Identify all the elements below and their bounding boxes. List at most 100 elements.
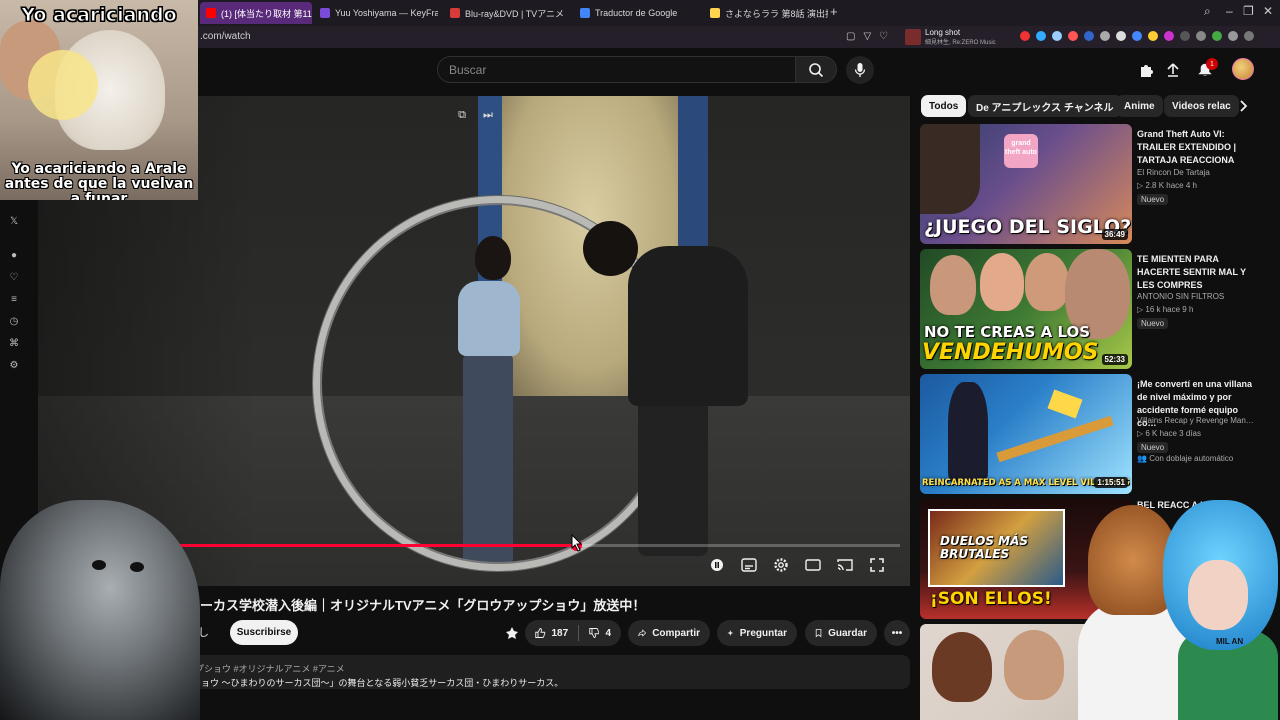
menu-icon[interactable] bbox=[1244, 31, 1254, 41]
heart-icon[interactable]: ♡ bbox=[8, 271, 20, 283]
video-thumbnail[interactable]: grand theft auto ¿JUEGO DEL SIGLO? 36:49 bbox=[920, 124, 1132, 244]
more-horizontal-icon: ••• bbox=[891, 627, 903, 639]
video-frame-performer bbox=[638, 396, 708, 556]
tab-title: Traductor de Google bbox=[595, 8, 678, 18]
extension-icon[interactable] bbox=[1164, 31, 1174, 41]
puzzle-icon[interactable]: ⌘ bbox=[8, 337, 20, 349]
screenshot-icon[interactable]: ▢ bbox=[846, 31, 855, 42]
settings-icon[interactable]: ⚙ bbox=[8, 359, 20, 371]
browser-tab[interactable]: Blu-ray&DVD | TVアニメ「グロ bbox=[444, 2, 568, 24]
channel-name[interactable]: Villains Recap y Revenge Man… bbox=[1137, 416, 1254, 425]
gear-icon bbox=[774, 558, 788, 572]
chip-channel[interactable]: De アニプレックス チャンネル bbox=[968, 95, 1122, 117]
search-button[interactable] bbox=[795, 56, 837, 83]
thumb-caption: ¡SON ELLOS! bbox=[930, 589, 1052, 609]
media-subtitle: 細見林生, Re:ZERO Music bbox=[925, 40, 996, 46]
extension-icon[interactable] bbox=[1196, 31, 1206, 41]
chip-all[interactable]: Todos bbox=[921, 95, 967, 117]
theater-mode-button[interactable] bbox=[804, 556, 822, 574]
avatar[interactable] bbox=[1232, 58, 1254, 80]
browser-tab[interactable]: Traductor de Google bbox=[574, 2, 698, 24]
recommended-video[interactable]: grand theft auto ¿JUEGO DEL SIGLO? 36:49… bbox=[920, 124, 1260, 244]
download-icon[interactable] bbox=[1228, 31, 1238, 41]
extension-icon[interactable] bbox=[1212, 31, 1222, 41]
video-duration: 36:49 bbox=[1101, 229, 1128, 240]
subtitles-button[interactable] bbox=[740, 556, 758, 574]
skip-next-icon[interactable]: ⏭ bbox=[481, 108, 495, 122]
extension-icon[interactable] bbox=[1036, 31, 1046, 41]
ask-button[interactable]: Preguntar bbox=[717, 620, 797, 646]
circle-icon[interactable]: ● bbox=[8, 249, 20, 261]
extension-puzzle-button[interactable] bbox=[1136, 60, 1156, 80]
extension-icon[interactable] bbox=[1020, 31, 1030, 41]
list-icon[interactable]: ≡ bbox=[8, 293, 20, 305]
clock-icon[interactable]: ◷ bbox=[8, 315, 20, 327]
settings-button[interactable] bbox=[772, 556, 790, 574]
share-label: Compartir bbox=[652, 627, 700, 639]
overlay-eye bbox=[130, 562, 144, 572]
extension-icon[interactable] bbox=[1068, 31, 1078, 41]
miniplayer-icon[interactable]: ⧉ bbox=[455, 108, 469, 122]
subtitles-icon bbox=[741, 558, 757, 572]
video-thumbnail[interactable]: NO TE CREAS A LOS VENDEHUMOS 52:33 bbox=[920, 249, 1132, 369]
restore-icon[interactable]: ❐ bbox=[1243, 4, 1254, 18]
extension-icon[interactable] bbox=[1084, 31, 1094, 41]
minimize-icon[interactable]: – bbox=[1226, 4, 1233, 18]
video-thumbnail[interactable]: REINCARNATED AS A MAX LEVEL VILLAINES 1:… bbox=[920, 374, 1132, 494]
media-widget[interactable]: Long shot 細見林生, Re:ZERO Music bbox=[905, 27, 1015, 47]
thumb-spear bbox=[996, 415, 1114, 463]
upload-button[interactable] bbox=[1163, 60, 1183, 80]
close-window-icon[interactable]: ✕ bbox=[1263, 4, 1273, 18]
like-count[interactable]: 187 bbox=[552, 628, 569, 639]
chip-anime[interactable]: Anime bbox=[1116, 95, 1163, 117]
thumbs-down-icon[interactable] bbox=[589, 626, 600, 640]
extension-icon[interactable] bbox=[1052, 31, 1062, 41]
bookmark-heart-icon[interactable]: ♡ bbox=[879, 31, 888, 42]
channel-name[interactable]: El Rincon De Tartaja bbox=[1137, 168, 1210, 177]
pocket-icon[interactable]: ▽ bbox=[863, 31, 871, 42]
video-title: ーカス学校潜入後編｜オリジナルTVアニメ「グロウアップショウ」放送中！ bbox=[200, 598, 646, 613]
video-title[interactable]: TE MIENTEN PARA HACERTE SENTIR MAL Y LES… bbox=[1137, 253, 1255, 292]
browser-tab[interactable]: さよならララ 第8話 演出担当じ bbox=[704, 2, 828, 24]
extension-icon[interactable] bbox=[1148, 31, 1158, 41]
save-button[interactable]: Guardar bbox=[805, 620, 877, 646]
more-actions-button[interactable]: ••• bbox=[884, 620, 910, 646]
extension-icon[interactable] bbox=[1132, 31, 1142, 41]
search-input[interactable]: Buscar bbox=[437, 56, 796, 83]
extension-icon[interactable] bbox=[1100, 31, 1110, 41]
thumb-inset: DUELOS MÁS BRUTALES bbox=[928, 509, 1065, 587]
description-hashtags[interactable]: アップショウ #オリジナルアニメ #アニメ bbox=[177, 662, 345, 675]
browser-tab[interactable]: Yuu Yoshiyama — KeyFran bbox=[314, 2, 438, 24]
video-title[interactable]: Grand Theft Auto VI: TRAILER EXTENDIDO |… bbox=[1137, 128, 1255, 167]
video-frame-performer bbox=[583, 221, 638, 276]
chip-related[interactable]: Videos relac bbox=[1164, 95, 1239, 117]
cast-button[interactable] bbox=[836, 556, 854, 574]
dub-icon: 👥 bbox=[1137, 454, 1147, 463]
recommended-video[interactable]: REINCARNATED AS A MAX LEVEL VILLAINES 1:… bbox=[920, 374, 1260, 494]
autoplay-toggle[interactable] bbox=[708, 556, 726, 574]
url-text[interactable]: .com/watch bbox=[200, 31, 251, 42]
search-tabs-icon[interactable]: ⌕ bbox=[1204, 4, 1211, 19]
extension-icon[interactable] bbox=[1116, 31, 1126, 41]
thumb-character bbox=[948, 382, 988, 482]
thumbs-up-icon[interactable] bbox=[535, 626, 546, 640]
tab-title: (1) [体当たり取材 第11弾]サ… bbox=[221, 8, 312, 19]
fullscreen-button[interactable] bbox=[868, 556, 886, 574]
channel-name[interactable]: ANTONIO SIN FILTROS bbox=[1137, 292, 1224, 301]
browser-sidebar: 𝕏 ● ♡ ≡ ◷ ⌘ ⚙ bbox=[0, 195, 28, 375]
x-twitter-icon[interactable]: 𝕏 bbox=[8, 215, 20, 227]
translate-favicon-icon bbox=[580, 8, 590, 18]
subscribe-button[interactable]: Suscribirse bbox=[230, 620, 298, 645]
thumb-face bbox=[932, 632, 992, 702]
pause-icon bbox=[711, 559, 723, 571]
sparkle-icon[interactable] bbox=[504, 626, 520, 645]
video-meta: ▷ 2.8 K hace 4 h bbox=[1137, 181, 1197, 190]
new-tab-button[interactable]: + bbox=[830, 4, 838, 19]
extension-icon[interactable] bbox=[1180, 31, 1190, 41]
chevron-right-icon[interactable] bbox=[1236, 99, 1250, 113]
browser-tab[interactable]: (1) [体当たり取材 第11弾]サ… bbox=[200, 2, 312, 24]
voice-search-button[interactable] bbox=[846, 56, 874, 84]
recommended-video[interactable]: NO TE CREAS A LOS VENDEHUMOS 52:33 TE MI… bbox=[920, 249, 1260, 369]
webcam-overlay: Yo acariciando Yo acariciando a Arale an… bbox=[0, 0, 198, 200]
share-button[interactable]: Compartir bbox=[628, 620, 710, 646]
